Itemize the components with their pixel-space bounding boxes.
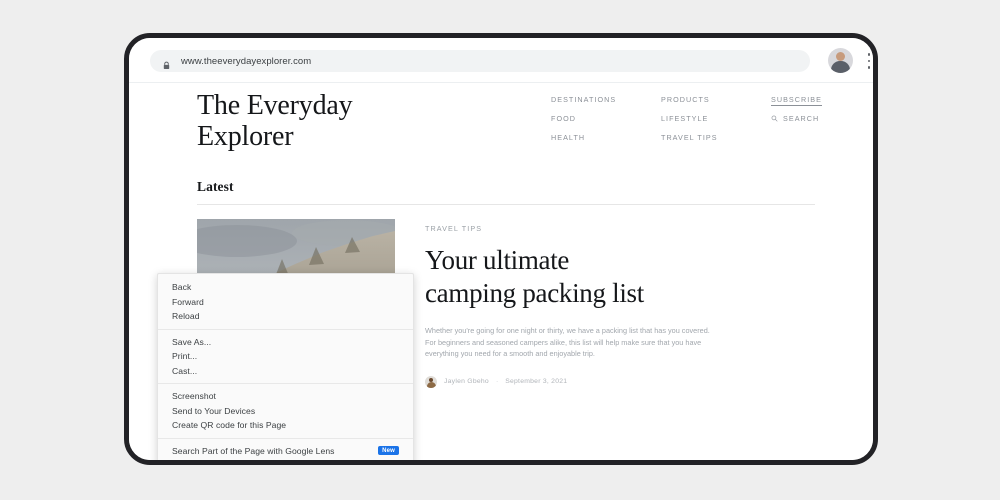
kebab-dot bbox=[867, 66, 871, 69]
latest-divider bbox=[197, 204, 815, 205]
post-byline: Jaylen Gbeho · September 3, 2021 bbox=[425, 375, 817, 388]
nav-link-destinations[interactable]: DESTINATIONS bbox=[551, 95, 625, 104]
menu-item-forward[interactable]: Forward bbox=[158, 295, 413, 310]
post-excerpt: Whether you're going for one night or th… bbox=[425, 326, 710, 359]
nav-link-lifestyle[interactable]: LIFESTYLE bbox=[661, 114, 735, 123]
new-badge: New bbox=[378, 446, 399, 456]
profile-avatar[interactable] bbox=[828, 48, 853, 73]
nav-link-subscribe[interactable]: SUBSCRIBE bbox=[771, 95, 845, 104]
author-avatar bbox=[425, 375, 437, 388]
menu-item-cast[interactable]: Cast... bbox=[158, 364, 413, 379]
post-date: September 3, 2021 bbox=[505, 378, 568, 386]
menu-item-google-lens-label: Search Part of the Page with Google Lens bbox=[172, 445, 335, 456]
nav-column-2: PRODUCTS LIFESTYLE TRAVEL TIPS bbox=[661, 95, 735, 142]
nav-link-search[interactable]: SEARCH bbox=[771, 114, 845, 123]
author-avatar-body bbox=[426, 382, 436, 388]
latest-heading: Latest bbox=[197, 179, 234, 194]
site-logo[interactable]: The Everyday Explorer bbox=[197, 90, 427, 152]
lock-icon bbox=[162, 57, 171, 69]
menu-separator bbox=[158, 328, 413, 330]
menu-item-screenshot[interactable]: Screenshot bbox=[158, 389, 413, 404]
kebab-dot bbox=[867, 53, 871, 56]
menu-item-send-to-your-devices[interactable]: Send to Your Devices bbox=[158, 404, 413, 419]
nav-link-travel-tips[interactable]: TRAVEL TIPS bbox=[661, 133, 735, 142]
kebab-menu-icon[interactable] bbox=[864, 53, 873, 69]
kebab-dot bbox=[867, 59, 871, 63]
latest-section: Latest bbox=[197, 179, 815, 205]
post-category-label[interactable]: TRAVEL TIPS bbox=[425, 224, 817, 233]
site-logo-line-1: The Everyday bbox=[197, 90, 353, 121]
page-viewport: The Everyday Explorer DESTINATIONS FOOD … bbox=[129, 83, 873, 460]
nav-link-health[interactable]: HEALTH bbox=[551, 133, 625, 142]
post-title-line-2: camping packing list bbox=[425, 278, 644, 308]
menu-separator bbox=[158, 437, 413, 439]
nav-column-1: DESTINATIONS FOOD HEALTH bbox=[551, 95, 625, 142]
site-logo-line-2: Explorer bbox=[197, 121, 294, 152]
menu-item-create-qr-code[interactable]: Create QR code for this Page bbox=[158, 418, 413, 433]
browser-toolbar: www.theeverydayexplorer.com bbox=[129, 38, 873, 83]
main-navigation: DESTINATIONS FOOD HEALTH PRODUCTS LIFEST… bbox=[551, 95, 845, 142]
byline-separator: · bbox=[495, 378, 499, 386]
menu-item-print[interactable]: Print... bbox=[158, 349, 413, 364]
menu-item-reload[interactable]: Reload bbox=[158, 309, 413, 324]
avatar-body bbox=[831, 61, 850, 73]
nav-column-3: SUBSCRIBE SEARCH bbox=[771, 95, 845, 142]
featured-post-text: TRAVEL TIPS Your ultimate camping packin… bbox=[425, 219, 817, 388]
nav-link-search-label: SEARCH bbox=[783, 114, 820, 123]
site-header: The Everyday Explorer DESTINATIONS FOOD … bbox=[129, 83, 873, 168]
avatar-head bbox=[836, 52, 845, 61]
post-title-line-1: Your ultimate bbox=[425, 245, 570, 275]
browser-context-menu[interactable]: Back Forward Reload Save As... Print... … bbox=[157, 273, 414, 460]
menu-separator bbox=[158, 383, 413, 384]
post-author-name: Jaylen Gbeho bbox=[444, 378, 489, 386]
address-bar[interactable]: www.theeverydayexplorer.com bbox=[150, 50, 810, 72]
nav-link-products[interactable]: PRODUCTS bbox=[661, 95, 735, 104]
post-title[interactable]: Your ultimate camping packing list bbox=[425, 244, 817, 310]
nav-link-food[interactable]: FOOD bbox=[551, 114, 625, 123]
menu-item-back[interactable]: Back bbox=[158, 280, 413, 295]
menu-item-google-lens[interactable]: Search Part of the Page with Google Lens… bbox=[158, 444, 413, 459]
menu-item-save-as[interactable]: Save As... bbox=[158, 335, 413, 350]
search-icon bbox=[771, 115, 778, 122]
browser-window-frame: www.theeverydayexplorer.com The Everyday… bbox=[124, 33, 878, 465]
url-text: www.theeverydayexplorer.com bbox=[181, 55, 312, 67]
